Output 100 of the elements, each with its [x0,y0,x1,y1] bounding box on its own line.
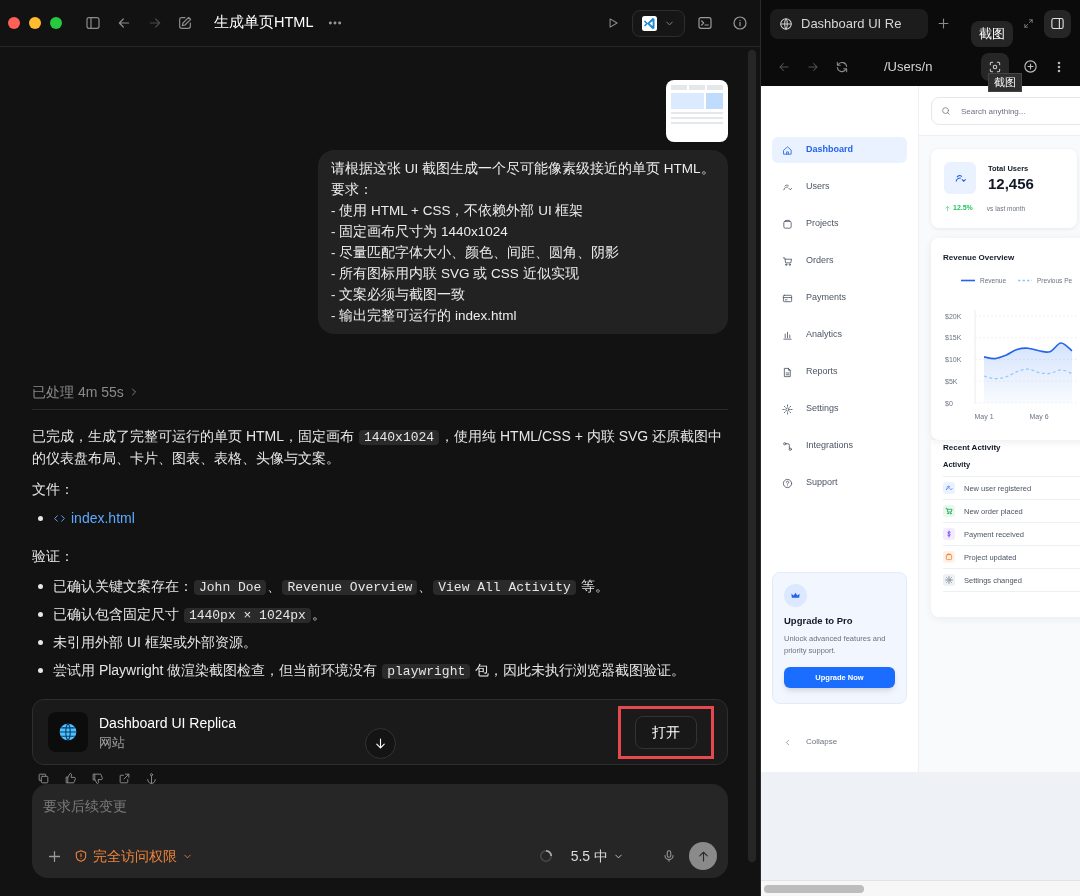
sidebar-nav-item[interactable]: Users [772,174,907,200]
globe-icon [779,16,793,31]
message-line: 请根据这张 UI 截图生成一个尽可能像素级接近的单页 HTML。 [331,160,715,178]
panel-icon [1050,16,1065,31]
arrow-down-icon [373,736,388,751]
sidebar-nav-item[interactable]: Projects [772,211,907,237]
editor-picker-button[interactable] [632,9,685,37]
bullet-icon [38,640,43,645]
message-line: - 所有图标用内联 SVG 或 CSS 近似实现 [331,265,580,283]
window-minimize-button[interactable] [29,17,41,29]
terminal-icon[interactable] [697,15,713,31]
window-zoom-button[interactable] [50,17,62,29]
bullet-icon [38,668,43,673]
dollar-icon [943,528,955,541]
sidebar-nav-item[interactable]: Dashboard [772,137,907,163]
crown-icon [784,584,807,607]
image-thumbnail[interactable] [666,80,728,142]
stat-value: 12,456 [988,174,1034,195]
card-title: Revenue Overview [943,252,1016,264]
reload-icon[interactable] [835,59,849,74]
message-line: - 尽量匹配字体大小、颜色、间距、圆角、阴影 [331,244,621,262]
sidebar-nav-item[interactable]: Analytics [772,322,907,348]
globe-app-icon [48,712,88,752]
microphone-icon[interactable] [662,849,676,863]
access-dropdown[interactable]: 完全访问权限 [74,845,193,867]
new-chat-icon[interactable] [177,15,193,31]
trend-arrow-icon [782,181,793,193]
processed-label[interactable]: 已处理 4m 55s [32,381,124,403]
address-field[interactable]: /Users/n [884,56,933,77]
user-icon [943,482,955,495]
window-close-button[interactable] [8,17,20,29]
browser-tab[interactable]: Dashboard UI Re [770,8,928,39]
sidebar-nav-item[interactable]: Support [772,470,907,496]
search-field[interactable]: Search anything... [931,97,1080,125]
folder-icon [943,551,955,564]
sidebar-nav-item[interactable]: Integrations [772,433,907,459]
share-icon[interactable] [118,772,131,784]
shield-alert-icon [74,849,88,863]
send-button[interactable] [689,842,717,870]
section-label: 验证： [32,548,74,564]
horizontal-scrollbar[interactable] [764,884,864,893]
card-icon [782,292,793,304]
follow-up-input[interactable]: 要求后续变更 [43,796,717,816]
collapse-label[interactable]: Collapse [806,736,838,748]
users-icon [944,162,976,194]
window-title: 生成单页HTML [214,13,314,33]
bullet-icon [38,515,43,521]
sidebar-nav-item[interactable]: Orders [772,248,907,274]
open-button[interactable]: 打开 [635,715,697,749]
sidebar-nav-item[interactable]: Settings [772,396,907,422]
settings-icon [782,403,793,415]
response-text: 已完成，生成了完整可运行的单页 HTML，固定画布 1440x1024 ，使用纯 HTML/CSS + 内联 SVG 还原截图中的仪表盘布局、卡片、图表、表格、头像与文案。 [32,427,724,468]
message-line: - 固定画布尺寸为 1440x1024 [331,223,509,241]
fullscreen-icon[interactable] [1023,18,1034,29]
section-label: 文件： [32,481,74,497]
response-text: 未引用外部 UI 框架或外部资源。 [53,633,257,652]
play-icon[interactable] [606,16,620,30]
settings-icon [943,574,955,587]
artifact-title: Dashboard UI Replica [99,713,236,733]
legend-line-icon [1018,279,1033,283]
model-dropdown[interactable]: 5.5 中 [570,845,624,867]
message-line: 要求： [331,181,374,199]
help-icon [782,477,793,489]
arrow-up-icon [944,205,951,212]
loading-spinner-icon [538,849,553,863]
response-text: 已确认关键文案存在： John Doe 、 Revenue Overview 、 View All Activity 等。 [53,577,609,597]
upgrade-title: Upgrade to Pro [784,614,854,628]
message-line: - 文案必须与截图一致 [331,286,467,304]
info-icon[interactable] [732,15,748,31]
screenshot-icon [988,59,1002,74]
thumbs-down-icon[interactable] [91,772,104,784]
search-icon [941,105,951,116]
back-arrow-icon[interactable] [116,15,132,31]
cart-icon [782,255,793,267]
bullet-icon [38,584,43,589]
bar-chart-icon [782,329,793,341]
response-text: 已确认包含固定尺寸 1440px × 1024px 。 [53,605,326,625]
tooltip: 截图 [971,21,1013,47]
home-icon [782,144,793,156]
branch-icon[interactable] [145,772,158,784]
document-icon [782,366,793,378]
response-text: 尝试用 Playwright 做渲染截图检查，但当前环境没有 playwright 包，因此未执行浏览器截图验证。 [53,661,686,681]
sidebar-nav-item[interactable]: Payments [772,285,907,311]
artifact-type: 网站 [99,733,126,752]
sidebar-nav-item[interactable]: Reports [772,359,907,385]
nodes-icon [782,440,793,452]
bullet-icon [38,612,43,617]
add-circle-icon[interactable] [1023,59,1038,74]
panel-toggle-button[interactable] [1044,9,1071,38]
cart-icon [943,505,955,518]
new-tab-icon[interactable] [936,16,951,31]
file-link[interactable]: index.html [53,507,135,529]
editor-logo-icon [642,15,657,31]
copy-icon[interactable] [37,772,50,784]
message-line: - 使用 HTML + CSS，不依赖外部 UI 框架 [331,202,585,220]
section-title: Recent Activity [943,442,1002,454]
sidebar-toggle-icon[interactable] [85,15,101,31]
thumbs-up-icon[interactable] [64,772,77,784]
tooltip: 截图 [988,73,1022,92]
legend-line-icon [961,279,975,283]
